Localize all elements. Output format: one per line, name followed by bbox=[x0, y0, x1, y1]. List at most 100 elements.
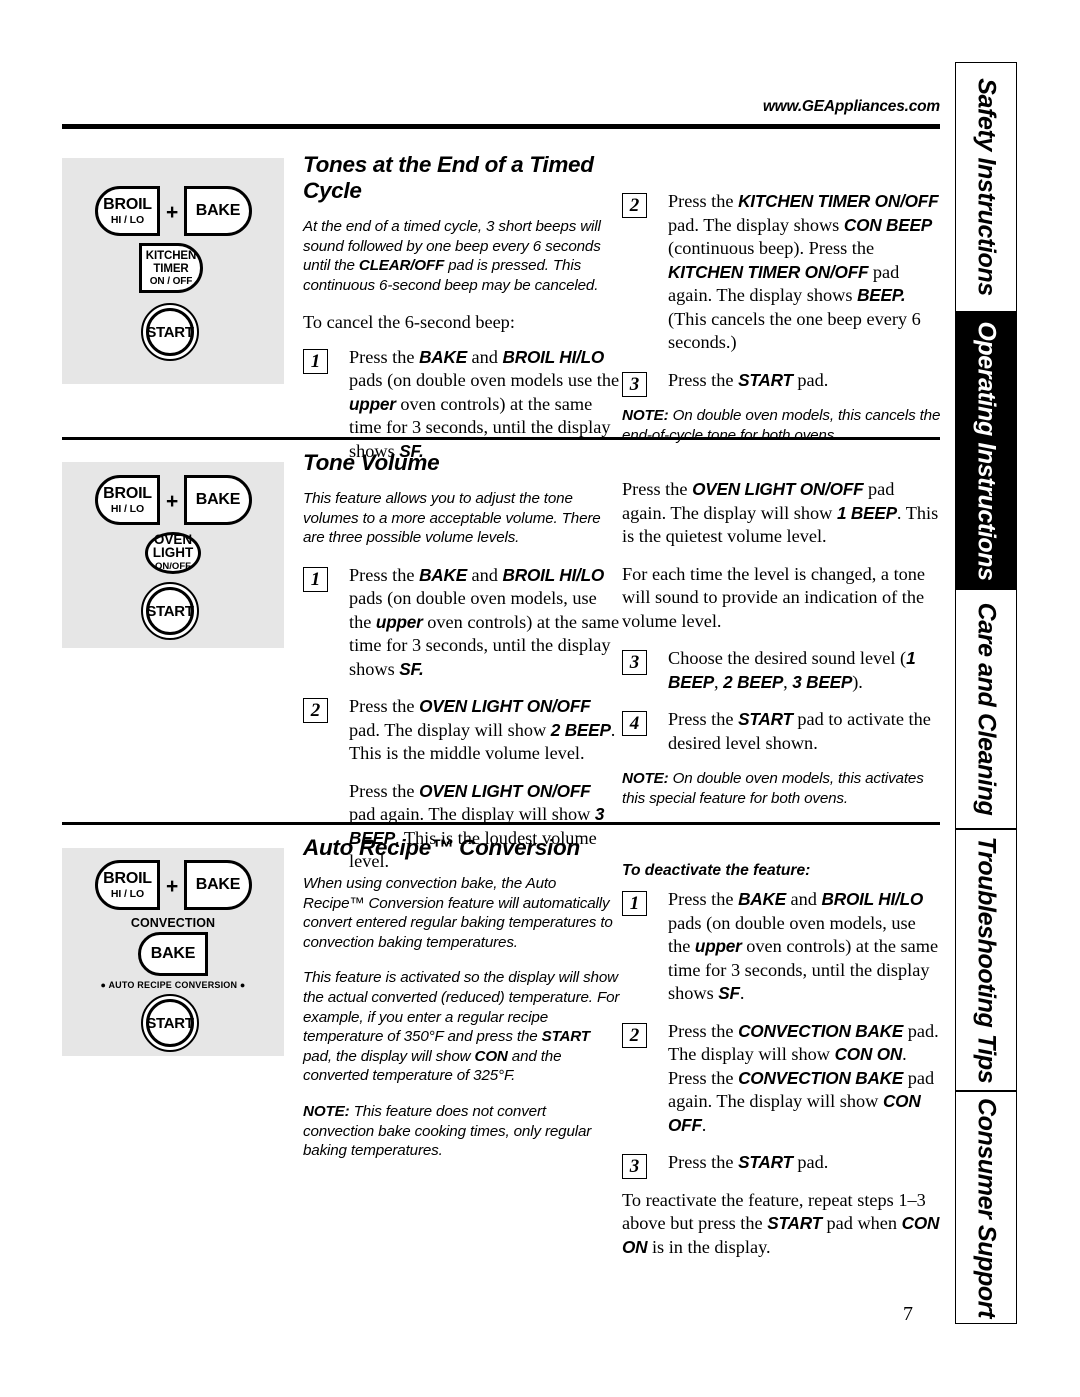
pad-sublabel: ON / OFF bbox=[149, 275, 193, 287]
pad-sublabel: ON/OFF bbox=[155, 560, 191, 572]
section-tone-volume-right-column: Press the OVEN LIGHT ON/OFF pad again. T… bbox=[622, 478, 942, 822]
step-text: Press the BAKE and BROIL HI/LO pads (on … bbox=[668, 889, 939, 1003]
sidebar-tab-care-and-cleaning[interactable]: Care and Cleaning bbox=[955, 589, 1017, 829]
control-pad-diagram-auto-recipe: BROIL HI / LO + BAKE CONVECTION BAKE ● A… bbox=[62, 848, 284, 1056]
step-number: 1 bbox=[622, 891, 647, 916]
section-title: Auto Recipe™ Conversion bbox=[303, 835, 580, 860]
sidebar-tab-consumer-support[interactable]: Consumer Support bbox=[955, 1091, 1017, 1324]
step-number: 3 bbox=[622, 1154, 647, 1179]
header-rule bbox=[62, 124, 940, 129]
section-subheading: To deactivate the feature: bbox=[622, 862, 811, 879]
pad-broil-hi-lo[interactable]: BROIL HI / LO bbox=[95, 475, 160, 525]
step-item: 2 Press the OVEN LIGHT ON/OFF pad. The d… bbox=[303, 695, 621, 766]
section-intro: This feature is activated so the display… bbox=[303, 969, 620, 1085]
pad-convection-bake[interactable]: BAKE bbox=[138, 932, 208, 976]
pad-label: LIGHT bbox=[152, 545, 194, 561]
pad-label: BAKE bbox=[195, 491, 241, 508]
section-intro: At the end of a timed cycle, 3 short bee… bbox=[303, 218, 601, 294]
pad-broil-hi-lo[interactable]: BROIL HI / LO bbox=[95, 860, 160, 910]
step-item: 4 Press the START pad to activate the de… bbox=[622, 708, 942, 755]
pad-label: TIMER bbox=[153, 262, 189, 275]
step-item: 2 Press the KITCHEN TIMER ON/OFF pad. Th… bbox=[622, 190, 942, 355]
step-number: 3 bbox=[622, 650, 647, 675]
step-text: Choose the desired sound level (1 BEEP, … bbox=[668, 648, 916, 692]
step-text: Press the START pad to activate the desi… bbox=[668, 709, 931, 753]
sidebar-tab-troubleshooting-tips[interactable]: Troubleshooting Tips bbox=[955, 829, 1017, 1091]
step-text: Press the CONVECTION BAKE pad. The displ… bbox=[668, 1020, 939, 1135]
site-url: www.GEAppliances.com bbox=[762, 98, 940, 115]
pad-start[interactable]: START bbox=[141, 303, 199, 361]
section-paragraph: For each time the level is changed, a to… bbox=[622, 563, 926, 631]
section-title: Tone Volume bbox=[303, 450, 440, 475]
section-tabs-sidebar: Safety Instructions Operating Instructio… bbox=[955, 62, 1017, 1324]
pad-sublabel: HI / LO bbox=[110, 887, 145, 900]
pad-label: START bbox=[146, 587, 194, 635]
plus-symbol: + bbox=[166, 201, 179, 224]
section-divider bbox=[62, 437, 940, 440]
pad-label: KITCHEN bbox=[145, 249, 197, 262]
plus-symbol: + bbox=[166, 875, 179, 898]
sidebar-tab-safety-instructions[interactable]: Safety Instructions bbox=[955, 62, 1017, 312]
section-auto-recipe-right-column: To deactivate the feature: 1 Press the B… bbox=[622, 862, 942, 1273]
step-item: 1 Press the BAKE and BROIL HI/LO pads (o… bbox=[303, 564, 621, 682]
pad-oven-light-on-off[interactable]: OVEN LIGHT ON/OFF bbox=[145, 532, 201, 574]
section-title: Tones at the End of a Timed Cycle bbox=[303, 152, 594, 203]
section-tones-right-column: 2 Press the KITCHEN TIMER ON/OFF pad. Th… bbox=[622, 190, 942, 459]
pad-label: BAKE bbox=[195, 876, 241, 893]
sidebar-tab-label: Operating Instructions bbox=[972, 320, 1001, 581]
section-closing-paragraph: To reactivate the feature, repeat steps … bbox=[622, 1189, 940, 1257]
section-tones-left-column: Tones at the End of a Timed Cycle At the… bbox=[303, 152, 621, 477]
sidebar-tab-label: Safety Instructions bbox=[972, 78, 1001, 296]
pad-label: BROIL bbox=[103, 484, 152, 502]
auto-recipe-conversion-caption: ● AUTO RECIPE CONVERSION ● bbox=[100, 980, 246, 990]
step-text: Press the BAKE and BROIL HI/LO pads (on … bbox=[349, 346, 620, 461]
pad-bake[interactable]: BAKE bbox=[184, 186, 252, 236]
step-text: Press the KITCHEN TIMER ON/OFF pad. The … bbox=[668, 191, 939, 352]
sidebar-tab-label: Consumer Support bbox=[972, 1097, 1001, 1318]
manual-page: www.GEAppliances.com Safety Instructions… bbox=[0, 0, 1080, 1397]
step-item: 3 Press the START pad. bbox=[622, 369, 942, 397]
sidebar-tab-label: Troubleshooting Tips bbox=[972, 836, 1001, 1084]
control-pad-diagram-tones: BROIL HI / LO + BAKE KITCHEN TIMER ON / … bbox=[62, 158, 284, 384]
pad-label: OVEN bbox=[153, 531, 193, 547]
pad-start[interactable]: START bbox=[141, 994, 199, 1052]
pad-label: START bbox=[146, 999, 194, 1047]
section-lead-in: To cancel the 6-second beep: bbox=[303, 312, 515, 333]
section-divider bbox=[62, 822, 940, 825]
section-note: NOTE: On double oven models, this activa… bbox=[622, 770, 924, 807]
pad-start[interactable]: START bbox=[141, 582, 199, 640]
pad-broil-hi-lo[interactable]: BROIL HI / LO bbox=[95, 186, 160, 236]
step-item: 3 Choose the desired sound level (1 BEEP… bbox=[622, 647, 942, 694]
step-number: 1 bbox=[303, 566, 328, 592]
pad-bake[interactable]: BAKE bbox=[184, 475, 252, 525]
control-pad-diagram-tone-volume: BROIL HI / LO + BAKE OVEN LIGHT ON/OFF S… bbox=[62, 462, 284, 648]
step-item: 1 Press the BAKE and BROIL HI/LO pads (o… bbox=[303, 346, 621, 464]
pad-label: BROIL bbox=[103, 869, 152, 887]
step-text: Press the BAKE and BROIL HI/LO pads (on … bbox=[349, 564, 620, 679]
section-intro: When using convection bake, the Auto Rec… bbox=[303, 875, 613, 951]
pad-label: BROIL bbox=[103, 195, 152, 213]
step-number: 2 bbox=[303, 698, 328, 724]
step-number: 3 bbox=[622, 371, 647, 397]
step-number: 4 bbox=[622, 711, 647, 736]
step-item: 3 Press the START pad. bbox=[622, 1151, 942, 1179]
pad-label: BAKE bbox=[150, 945, 196, 962]
pad-sublabel: HI / LO bbox=[110, 502, 145, 515]
pad-label: BAKE bbox=[195, 202, 241, 219]
step-number: 1 bbox=[303, 348, 328, 374]
plus-symbol: + bbox=[166, 490, 179, 513]
step-text: Press the START pad. bbox=[668, 1152, 829, 1172]
page-number: 7 bbox=[903, 1303, 913, 1325]
sidebar-tab-label: Care and Cleaning bbox=[972, 602, 1001, 816]
step-number: 2 bbox=[622, 193, 647, 218]
pad-kitchen-timer-on-off[interactable]: KITCHEN TIMER ON / OFF bbox=[139, 243, 203, 293]
pad-label: START bbox=[146, 308, 194, 356]
section-note: NOTE: This feature does not convert conv… bbox=[303, 1102, 592, 1160]
pad-sublabel: HI / LO bbox=[110, 213, 145, 226]
step-number: 2 bbox=[622, 1022, 647, 1048]
step-text: Press the OVEN LIGHT ON/OFF pad. The dis… bbox=[349, 696, 616, 764]
pad-bake[interactable]: BAKE bbox=[184, 860, 252, 910]
sidebar-tab-operating-instructions[interactable]: Operating Instructions bbox=[955, 312, 1017, 589]
section-auto-recipe-left-column: Auto Recipe™ Conversion When using conve… bbox=[303, 835, 621, 1175]
step-text: Press the START pad. bbox=[668, 369, 829, 390]
